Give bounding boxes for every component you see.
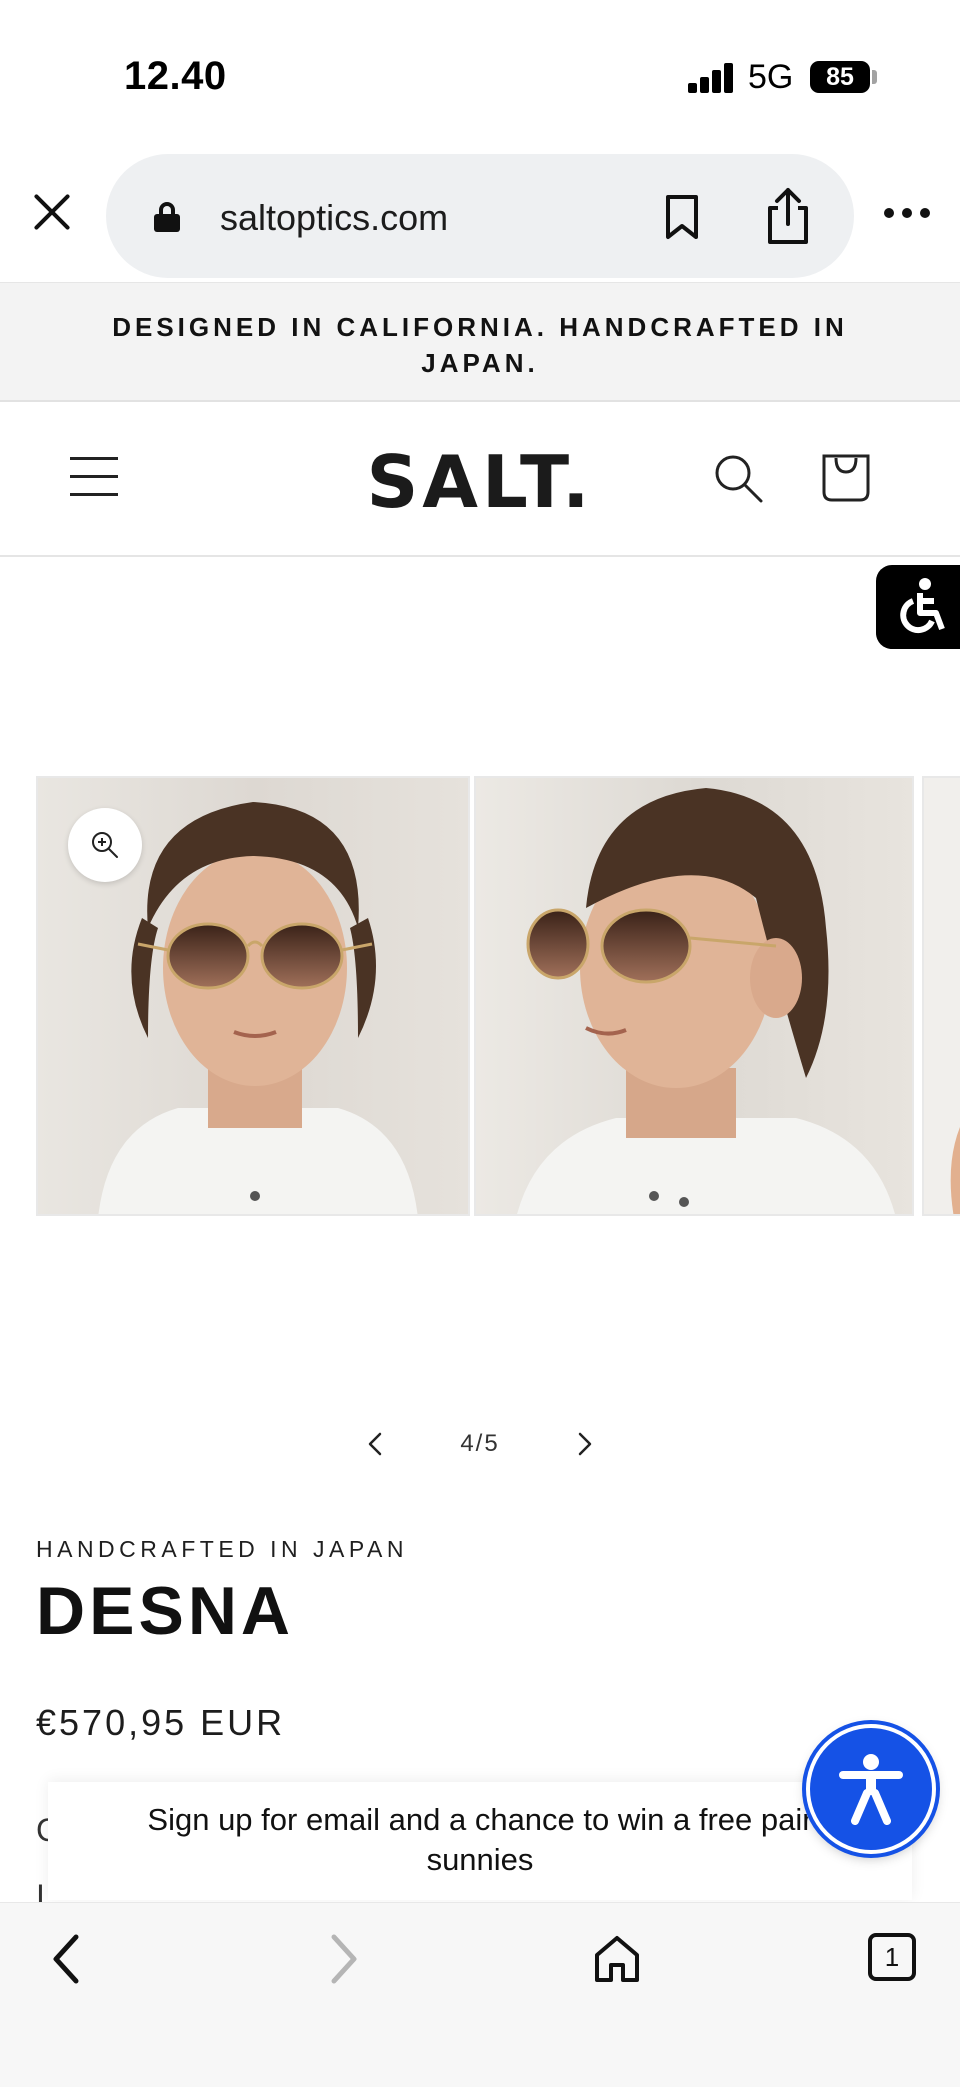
battery-tip: [872, 70, 877, 84]
slider-controls: 4/5: [0, 1420, 960, 1470]
address-bar[interactable]: saltoptics.com: [106, 154, 854, 278]
product-image-side[interactable]: [474, 776, 914, 1216]
accessibility-tab[interactable]: [876, 565, 960, 649]
tabs-icon[interactable]: 1: [868, 1933, 916, 1981]
email-signup-banner[interactable]: Sign up for email and a chance to win a …: [48, 1782, 912, 1900]
site-logo[interactable]: SALT.: [0, 440, 960, 524]
chevron-left-icon[interactable]: [358, 1426, 394, 1462]
product-image-peek[interactable]: [922, 776, 960, 1216]
product-title: DESNA: [36, 1573, 295, 1649]
cart-icon[interactable]: [818, 446, 874, 504]
network-label: 5G: [748, 58, 794, 96]
more-icon[interactable]: [884, 208, 930, 220]
share-icon[interactable]: [764, 186, 812, 246]
announcement-text: DESIGNED IN CALIFORNIA. HANDCRAFTED IN J…: [112, 312, 848, 378]
close-icon[interactable]: [30, 190, 74, 234]
bookmark-icon[interactable]: [664, 194, 700, 240]
signup-text[interactable]: Sign up for email and a chance to win a …: [48, 1800, 912, 1880]
announcement-bar: DESIGNED IN CALIFORNIA. HANDCRAFTED IN J…: [0, 282, 960, 402]
slide-counter: 4/5: [460, 1430, 500, 1457]
zoom-button[interactable]: [68, 808, 142, 882]
status-bar: 12.40 5G 85: [0, 0, 960, 150]
accessibility-icon: [900, 578, 945, 634]
site-header: SALT.: [0, 402, 960, 557]
page: 12.40 5G 85 saltoptics.com DESIGNED IN C…: [0, 0, 960, 2087]
battery-icon: 85: [810, 61, 870, 93]
accessibility-icon: [839, 1754, 903, 1825]
browser-bar: saltoptics.com: [0, 150, 960, 282]
chevron-right-icon[interactable]: [566, 1426, 602, 1462]
product-price: €570,95 EUR: [36, 1702, 286, 1743]
search-icon[interactable]: [712, 452, 764, 504]
accessibility-button[interactable]: [806, 1724, 936, 1854]
product-gallery[interactable]: [0, 776, 960, 1216]
lock-icon: [154, 202, 180, 232]
product-subtitle: HANDCRAFTED IN JAPAN: [36, 1536, 408, 1562]
signal-icon: [688, 63, 736, 93]
url-text[interactable]: saltoptics.com: [220, 197, 448, 239]
status-time: 12.40: [124, 54, 227, 98]
home-icon[interactable]: [592, 1933, 642, 1985]
browser-toolbar: 1: [0, 1902, 960, 2087]
forward-icon[interactable]: [320, 1933, 364, 1985]
back-icon[interactable]: [46, 1933, 90, 1985]
zoom-icon: [92, 832, 118, 858]
